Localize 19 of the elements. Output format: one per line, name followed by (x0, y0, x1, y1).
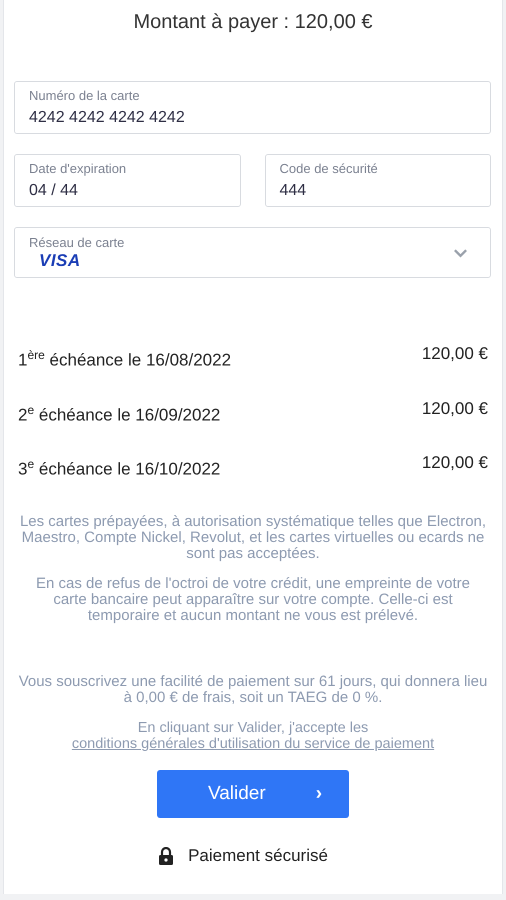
installment-label: 1$^{ère}$ échéance le 16/08/2022 (18, 348, 232, 371)
chevron-down-icon (453, 248, 468, 258)
info-text: En cas de refus de l'octroi de votre crédit, une empreinte de votre carte bancaire peut apparaître sur votre compte. Celle-ci est temporaire et aucun montant ne vous est prélevé. (35, 576, 471, 624)
installment-amount: 120,00 € (422, 398, 488, 419)
consent-text: En cliquant sur Valider, j'accepte les conditions générales d'utilisation du service de paiement (70, 720, 436, 752)
installment-label: 3$^{e}$ échéance le 16/10/2022 (18, 457, 220, 480)
amount-title: Montant à payer : 120,00 € (132, 10, 374, 35)
info-text: Vous souscrivez une facilité de paiement sur 61 jours, qui donnera lieu à 0,00 € de frais, soit un TAEG de 0 %. (18, 674, 488, 706)
input-field[interactable]: Date d'expiration 04 / 44 (14, 154, 240, 207)
lock-icon (158, 846, 174, 865)
validate-button[interactable]: Valider › (157, 770, 349, 818)
card-network-select[interactable]: Réseau de carte VISA (14, 227, 491, 278)
input-field[interactable]: Code de sécurité 444 (264, 154, 491, 207)
installment-amount: 120,00 € (422, 344, 488, 364)
installment-amount: 120,00 € (422, 453, 488, 474)
input-field[interactable]: Numéro de la carte 4242 4242 4242 4242 (14, 81, 491, 134)
secure-payment-text: Paiement sécurisé (188, 846, 328, 866)
info-text: Les cartes prépayées, à autorisation systématique telles que Electron, Maestro, Compte Nickel, Revolut, et les cartes virtuelles ou ecards ne sont pas acceptées. (18, 514, 488, 562)
installment-label: 2$^{e}$ échéance le 16/09/2022 (18, 402, 220, 426)
